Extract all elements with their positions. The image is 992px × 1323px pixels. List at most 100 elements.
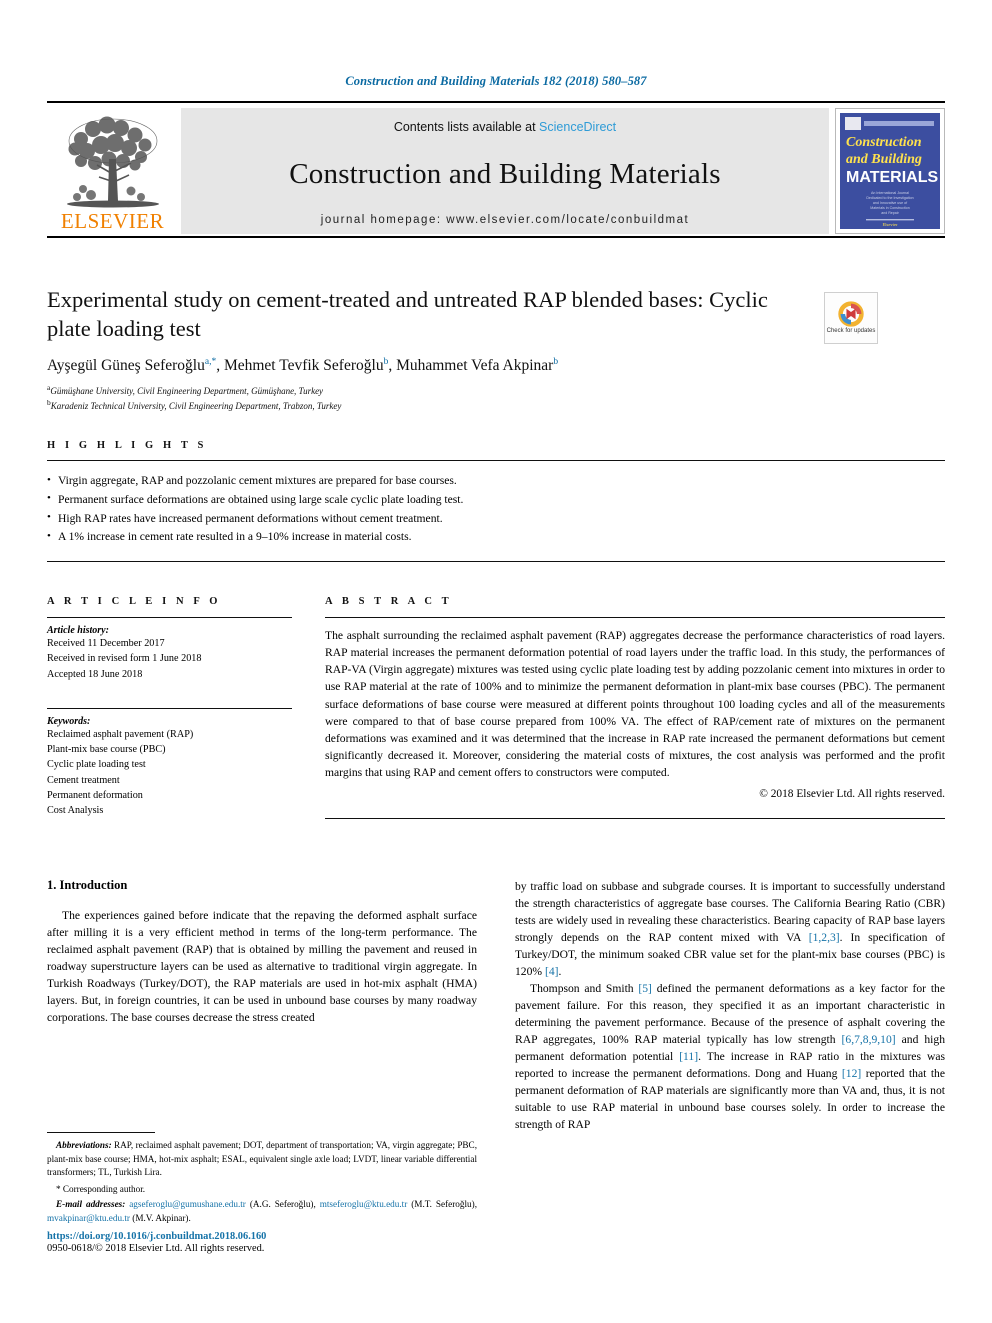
sciencedirect-link[interactable]: ScienceDirect	[539, 120, 616, 134]
highlights-rule	[47, 460, 945, 461]
list-item: Permanent surface deformations are obtai…	[47, 490, 945, 510]
svg-text:Construction: Construction	[846, 135, 922, 150]
citation-link[interactable]: [6,7,8,9,10]	[842, 1033, 896, 1046]
abstract-bottom-rule	[325, 818, 945, 820]
abstract-section: A B S T R A C T The asphalt surrounding …	[325, 596, 945, 820]
author-name: Mehmet Tevfik Seferoğlu	[223, 356, 384, 374]
article-info-rule	[47, 617, 292, 618]
journal-masthead: ELSEVIER Contents lists available at Sci…	[47, 101, 945, 238]
author-marks: a,*	[204, 356, 217, 367]
author-name: Muhammet Vefa Akpinar	[396, 356, 554, 374]
email-owner: (M.T. Seferoğlu),	[407, 1199, 478, 1210]
abstract-heading: A B S T R A C T	[325, 596, 453, 607]
article-info-heading: A R T I C L E I N F O	[47, 596, 222, 607]
keywords-label: Keywords:	[47, 715, 91, 727]
body-column-right: by traffic load on subbase and subgrade …	[515, 878, 945, 1133]
keyword-item: Cement treatment	[47, 774, 120, 786]
author-name: Ayşegül Güneş Seferoğlu	[47, 356, 205, 374]
keyword-item: Plant-mix base course (PBC)	[47, 744, 166, 756]
email-link[interactable]: mvakpinar@ktu.edu.tr	[47, 1213, 130, 1223]
article-history-item: Accepted 18 June 2018	[47, 668, 143, 680]
email-label: E-mail addresses:	[56, 1199, 126, 1210]
keyword-item: Permanent deformation	[47, 790, 143, 802]
citation-link[interactable]: [1,2,3]	[809, 931, 840, 944]
body-columns: 1. Introduction The experiences gained b…	[47, 878, 945, 1133]
email-owner: (A.G. Seferoğlu),	[245, 1199, 320, 1210]
keyword-item: Cyclic plate loading test	[47, 759, 146, 771]
article-info-section: A R T I C L E I N F O Article history: R…	[47, 596, 292, 819]
email-owner: (M.V. Akpinar).	[129, 1213, 191, 1224]
highlights-heading: H I G H L I G H T S	[47, 440, 207, 451]
keyword-item: Reclaimed asphalt pavement (RAP)	[47, 728, 194, 740]
affiliation-list: aGümüşhane University, Civil Engineering…	[47, 383, 945, 413]
svg-text:Dedicated to the Investigation: Dedicated to the Investigation	[866, 196, 913, 200]
footnote-emails: E-mail addresses: agseferoglu@gumushane.…	[47, 1198, 477, 1225]
running-head: Construction and Building Materials 182 …	[345, 74, 647, 88]
svg-text:MATERIALS: MATERIALS	[846, 169, 938, 186]
list-item: A 1% increase in cement rate resulted in…	[47, 528, 945, 547]
journal-homepage-link[interactable]: journal homepage: www.elsevier.com/locat…	[321, 214, 689, 226]
citation-link[interactable]: [4]	[545, 965, 559, 978]
affiliation-item: bKaradeniz Technical University, Civil E…	[47, 398, 945, 413]
journal-cover-image: Construction and Building MATERIALS An I…	[840, 113, 940, 229]
abstract-copyright: © 2018 Elsevier Ltd. All rights reserved…	[759, 788, 945, 801]
issn-copyright-line: 0950-0618/© 2018 Elsevier Ltd. All right…	[47, 1243, 265, 1254]
paragraph-text: .	[558, 965, 562, 979]
highlights-list: Virgin aggregate, RAP and pozzolanic cem…	[47, 472, 945, 547]
highlights-section: H I G H L I G H T S Virgin aggregate, RA…	[47, 440, 945, 563]
journal-title: Construction and Building Materials	[289, 157, 721, 190]
section-heading-introduction: 1. Introduction	[47, 878, 128, 892]
article-history-item: Received 11 December 2017	[47, 638, 165, 649]
keyword-item: Cost Analysis	[47, 805, 104, 817]
abbreviations-label: Abbreviations:	[56, 1140, 112, 1150]
footnote-rule	[47, 1132, 155, 1133]
footnote-abbreviations: Abbreviations: RAP, reclaimed asphalt pa…	[47, 1139, 477, 1180]
keywords-rule	[47, 707, 292, 709]
journal-band: Contents lists available at ScienceDirec…	[181, 108, 829, 234]
page-title: Experimental study on cement-treated and…	[47, 287, 768, 341]
doi-block: https://doi.org/10.1016/j.conbuildmat.20…	[47, 1231, 477, 1254]
list-item: High RAP rates have increased permanent …	[47, 509, 945, 529]
abbreviations-text: RAP, reclaimed asphalt pavement; DOT, de…	[47, 1140, 477, 1178]
email-link[interactable]: mtseferoglu@ktu.edu.tr	[320, 1199, 408, 1209]
elsevier-logo: ELSEVIER	[47, 108, 178, 234]
author-marks: b	[383, 356, 389, 367]
affiliation-text: Gümüşhane University, Civil Engineering …	[50, 385, 324, 396]
doi-link[interactable]: https://doi.org/10.1016/j.conbuildmat.20…	[47, 1231, 477, 1242]
body-paragraph: The experiences gained before indicate t…	[47, 909, 477, 1025]
title-block: Experimental study on cement-treated and…	[47, 286, 945, 413]
masthead-bottom-rule	[47, 236, 945, 238]
svg-text:and Repair: and Repair	[881, 211, 899, 215]
abstract-rule	[325, 617, 945, 618]
body-paragraph: by traffic load on subbase and subgrade …	[515, 878, 945, 980]
svg-text:and Building: and Building	[846, 152, 922, 167]
contents-prefix: Contents lists available at	[393, 120, 540, 134]
author-list: Ayşegül Güneş Seferoğlua,*, Mehmet Tevfi…	[47, 356, 559, 374]
abstract-text: The asphalt surrounding the reclaimed as…	[325, 629, 945, 780]
affiliation-item: aGümüşhane University, Civil Engineering…	[47, 383, 945, 398]
journal-cover-thumbnail[interactable]: Construction and Building MATERIALS An I…	[835, 108, 945, 234]
article-history-label: Article history:	[47, 625, 109, 636]
svg-text:and Innovative use of: and Innovative use of	[873, 201, 907, 205]
paragraph-text: Thompson and Smith	[530, 982, 639, 996]
body-paragraph: Thompson and Smith [5] defined the perma…	[515, 980, 945, 1133]
elsevier-tree-icon	[66, 116, 159, 208]
svg-text:Elsevier: Elsevier	[882, 222, 898, 227]
highlights-bottom-rule	[47, 561, 945, 563]
author-marks: b	[553, 356, 559, 367]
citation-link[interactable]: [12]	[842, 1067, 861, 1080]
paper-page: Construction and Building Materials 182 …	[0, 0, 992, 1323]
affiliation-text: Karadeniz Technical University, Civil En…	[50, 400, 342, 411]
svg-text:An International Journal: An International Journal	[871, 191, 909, 195]
citation-link[interactable]: [11]	[679, 1050, 698, 1063]
svg-text:Materials in Construction: Materials in Construction	[870, 206, 910, 210]
footnotes-block: Abbreviations: RAP, reclaimed asphalt pa…	[47, 1132, 477, 1226]
list-item: Virgin aggregate, RAP and pozzolanic cem…	[47, 472, 945, 491]
email-link[interactable]: agseferoglu@gumushane.edu.tr	[129, 1199, 246, 1209]
article-history-item: Received in revised form 1 June 2018	[47, 653, 202, 665]
citation-link[interactable]: [5]	[638, 982, 652, 995]
body-column-left: 1. Introduction The experiences gained b…	[47, 878, 477, 1133]
contents-list-line: Contents lists available at ScienceDirec…	[394, 120, 616, 134]
footnote-corresponding-author: * Corresponding author.	[56, 1183, 146, 1194]
elsevier-wordmark: ELSEVIER	[60, 209, 165, 233]
